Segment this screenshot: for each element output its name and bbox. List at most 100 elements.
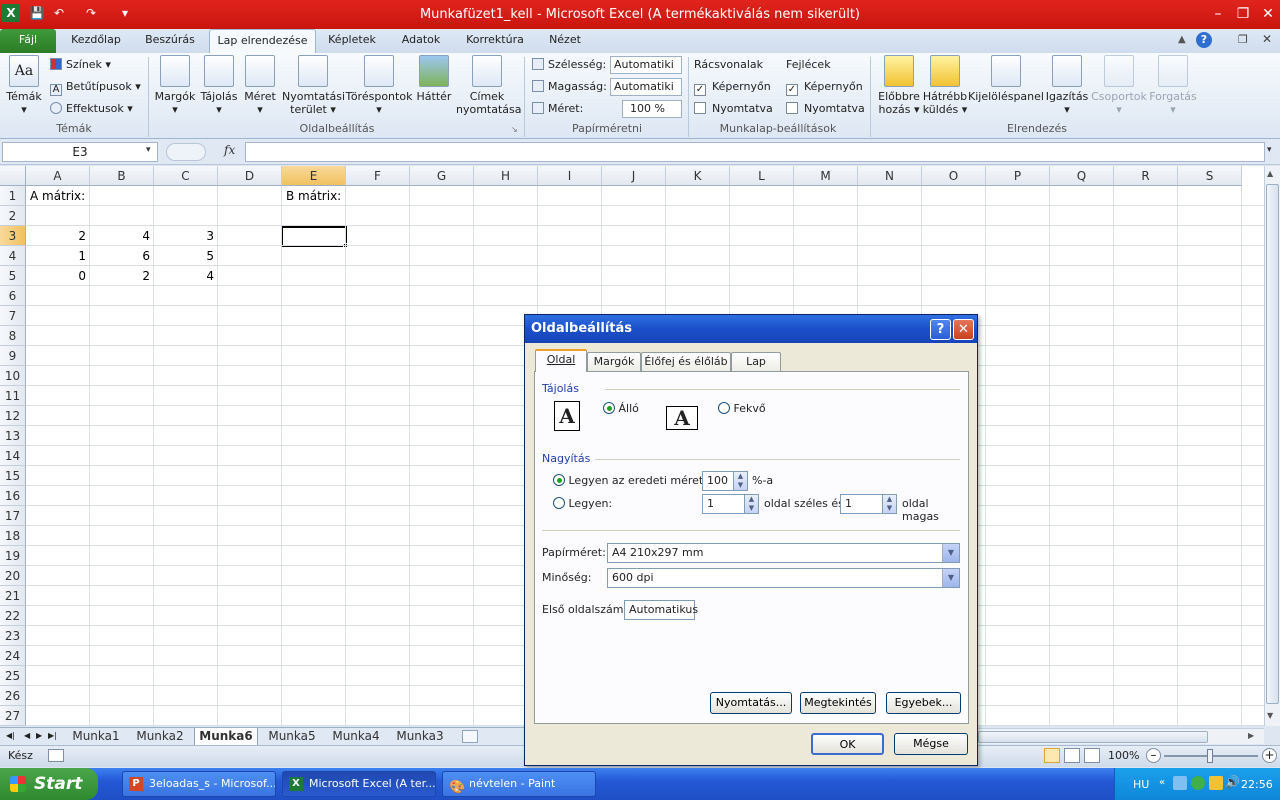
expand-formula-bar-icon[interactable]: ▾ [1267, 145, 1272, 155]
cell-a4[interactable]: 1 [26, 246, 90, 266]
landscape-radio[interactable]: Fekvő [718, 402, 766, 415]
cell-a1[interactable]: A mátrix: [26, 186, 154, 206]
tab-insert[interactable]: Beszúrás [140, 29, 200, 53]
portrait-radio[interactable]: Álló [603, 402, 639, 415]
column-header-a[interactable]: A [26, 166, 90, 186]
vertical-scrollbar[interactable]: ▲ ▼ [1264, 166, 1280, 726]
themes-button[interactable]: Aa Témák ▾ [4, 55, 44, 116]
page-layout-view-icon[interactable] [1064, 748, 1080, 763]
scale-input[interactable]: 100 % [622, 100, 682, 118]
print-button[interactable]: Nyomtatás... [710, 692, 792, 714]
dialog-tab-margins[interactable]: Margók [587, 352, 641, 372]
tab-home[interactable]: Kezdőlap [64, 29, 128, 53]
cell-c4[interactable]: 5 [154, 246, 218, 266]
cell-e1[interactable]: B mátrix: [282, 186, 410, 206]
select-all-corner[interactable] [0, 166, 26, 186]
row-header-17[interactable]: 17 [0, 506, 26, 526]
column-header-s[interactable]: S [1178, 166, 1242, 186]
cell-b3[interactable]: 4 [90, 226, 154, 246]
print-preview-button[interactable]: Megtekintés [800, 692, 876, 714]
formula-bar-resize-icon[interactable] [166, 143, 206, 161]
print-area-button[interactable]: Nyomtatási terület ▾ [282, 55, 345, 116]
column-header-q[interactable]: Q [1050, 166, 1114, 186]
column-header-g[interactable]: G [410, 166, 474, 186]
prev-sheet-icon[interactable]: ◀ [24, 731, 30, 740]
cell-a3[interactable]: 2 [26, 226, 90, 246]
taskbar-item-paint[interactable]: 🎨 névtelen - Paint [442, 771, 596, 797]
gridlines-view-checkbox[interactable]: ✓ Képernyőn [694, 78, 780, 96]
row-header-12[interactable]: 12 [0, 406, 26, 426]
scroll-right-icon[interactable]: ▶ [1248, 731, 1254, 740]
options-button[interactable]: Egyebek... [886, 692, 961, 714]
tab-page-layout[interactable]: Lap elrendezése [209, 29, 316, 53]
row-header-21[interactable]: 21 [0, 586, 26, 606]
taskbar-item-excel[interactable]: X Microsoft Excel (A ter... [282, 771, 436, 797]
row-header-14[interactable]: 14 [0, 446, 26, 466]
minimize-icon[interactable]: – [1206, 4, 1230, 24]
headings-print-checkbox[interactable]: Nyomtatva [786, 100, 872, 118]
group-button[interactable]: Csoportok ▾ [1090, 55, 1148, 116]
first-page-number-input[interactable]: Automatikus [624, 600, 698, 620]
dialog-tab-sheet[interactable]: Lap [731, 352, 781, 372]
column-header-d[interactable]: D [218, 166, 282, 186]
row-header-2[interactable]: 2 [0, 206, 26, 226]
paper-size-select[interactable]: A4 210x297 mm [607, 543, 960, 563]
tab-data[interactable]: Adatok [392, 29, 450, 53]
column-header-c[interactable]: C [154, 166, 218, 186]
row-header-8[interactable]: 8 [0, 326, 26, 346]
cell-a5[interactable]: 0 [26, 266, 90, 286]
width-select[interactable]: Automatiki [610, 56, 682, 74]
margins-button[interactable]: Margók ▾ [152, 55, 198, 116]
sheet-tab-munka2[interactable]: Munka2 [130, 728, 190, 746]
sheet-tab-munka5[interactable]: Munka5 [262, 728, 322, 746]
scroll-thumb[interactable] [1266, 184, 1279, 704]
print-titles-button[interactable]: Címek nyomtatása [456, 55, 522, 116]
first-sheet-icon[interactable]: ◀| [6, 731, 15, 740]
tab-formulas[interactable]: Képletek [322, 29, 382, 53]
name-box[interactable]: E3 [2, 142, 158, 162]
row-header-5[interactable]: 5 [0, 266, 26, 286]
quality-dropdown-icon[interactable]: ▼ [942, 569, 959, 587]
name-box-dropdown-icon[interactable]: ▾ [146, 145, 151, 155]
cell-c3[interactable]: 3 [154, 226, 218, 246]
hscroll-thumb[interactable] [978, 731, 1208, 743]
colors-button[interactable]: Színek ▾ [50, 56, 150, 74]
formula-input[interactable] [245, 142, 1265, 162]
column-header-r[interactable]: R [1114, 166, 1178, 186]
close-icon[interactable]: ✕ [1256, 4, 1280, 24]
volume-icon[interactable]: 🔊 [1225, 775, 1240, 789]
sheet-tab-munka4[interactable]: Munka4 [326, 728, 386, 746]
zoom-out-icon[interactable]: – [1146, 748, 1161, 763]
size-button[interactable]: Méret ▾ [240, 55, 280, 116]
row-header-24[interactable]: 24 [0, 646, 26, 666]
background-button[interactable]: Háttér [414, 55, 454, 103]
adjust-to-spinner[interactable]: ▲ ▼ [733, 471, 748, 491]
dialog-tab-header-footer[interactable]: Élőfej és élőláb [641, 352, 731, 372]
tab-file[interactable]: Fájl [0, 29, 56, 53]
row-header-6[interactable]: 6 [0, 286, 26, 306]
rotate-button[interactable]: Forgatás ▾ [1148, 55, 1198, 116]
cancel-button[interactable]: Mégse [894, 733, 968, 755]
fit-to-radio[interactable]: Legyen: [553, 497, 612, 510]
adjust-to-input[interactable]: 100 [702, 471, 734, 491]
dialog-help-button[interactable]: ? [930, 319, 951, 340]
cell-c5[interactable]: 4 [154, 266, 218, 286]
scroll-up-icon[interactable]: ▲ [1267, 169, 1273, 178]
fit-tall-spinner[interactable]: ▲ ▼ [882, 494, 897, 514]
row-header-11[interactable]: 11 [0, 386, 26, 406]
dialog-tab-page[interactable]: Oldal [535, 349, 587, 372]
column-header-m[interactable]: M [794, 166, 858, 186]
row-header-22[interactable]: 22 [0, 606, 26, 626]
help-icon[interactable]: ? [1196, 32, 1212, 48]
gridlines-print-checkbox[interactable]: Nyomtatva [694, 100, 780, 118]
breaks-button[interactable]: Töréspontok ▾ [344, 55, 414, 116]
sheet-tab-munka3[interactable]: Munka3 [390, 728, 450, 746]
cell-b5[interactable]: 2 [90, 266, 154, 286]
fit-tall-input[interactable]: 1 [840, 494, 883, 514]
adjust-to-radio[interactable]: Legyen az eredeti méret: [553, 474, 707, 487]
column-header-o[interactable]: O [922, 166, 986, 186]
column-header-j[interactable]: J [602, 166, 666, 186]
fonts-button[interactable]: A Betűtípusok ▾ [50, 78, 150, 96]
column-header-n[interactable]: N [858, 166, 922, 186]
column-header-h[interactable]: H [474, 166, 538, 186]
